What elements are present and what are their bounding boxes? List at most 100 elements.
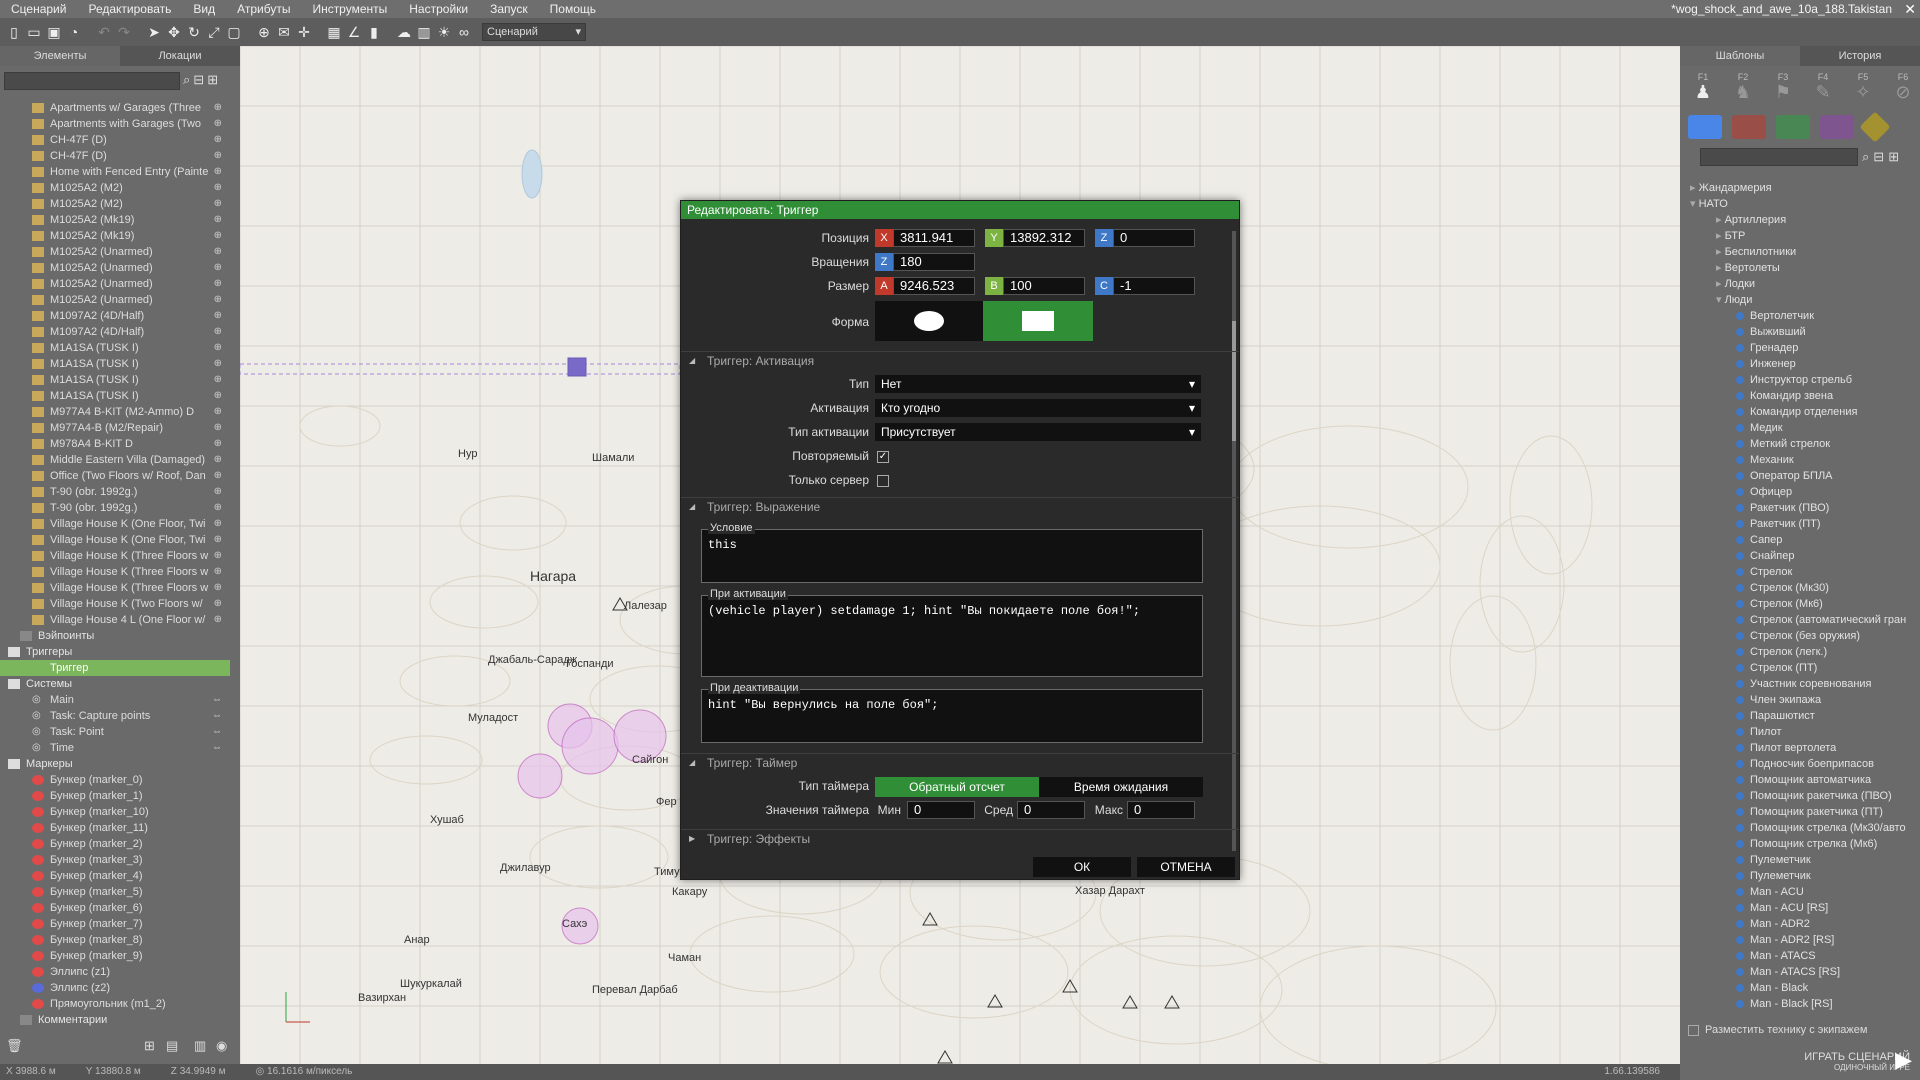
template-unit[interactable]: Man - Black <box>1680 980 1914 996</box>
visibility-icon[interactable]: ⊕ <box>214 340 222 356</box>
template-unit[interactable]: Man - ACU <box>1680 884 1914 900</box>
template-category-f2[interactable]: F2 ♞ <box>1730 72 1756 104</box>
visibility-icon[interactable]: ⊕ <box>214 500 222 516</box>
tree-item[interactable]: Триггеры <box>0 644 230 660</box>
timer-timeout-button[interactable]: Время ожидания <box>1039 777 1203 797</box>
tree-item[interactable]: Бункер (marker_6) <box>0 900 230 916</box>
tree-item[interactable]: ◎ Main ⇔ <box>0 692 230 708</box>
visibility-icon[interactable]: ⊕ <box>214 148 222 164</box>
condition-field[interactable]: Условие this <box>701 522 1203 583</box>
visibility-icon[interactable]: ⊕ <box>214 212 222 228</box>
rotate-icon[interactable]: ↻ <box>184 24 204 41</box>
template-unit[interactable]: Выживший <box>1680 324 1914 340</box>
section-effects[interactable]: Триггер: Эффекты <box>681 829 1239 848</box>
template-category[interactable]: ▸ Артиллерия <box>1680 212 1914 228</box>
visibility-icon[interactable]: ⊕ <box>214 276 222 292</box>
search-icon[interactable]: ⌕ <box>1862 149 1869 165</box>
visibility-icon[interactable]: ⊕ <box>214 436 222 452</box>
visibility-icon[interactable]: ⊕ <box>214 516 222 532</box>
tree-item[interactable]: Эллипс (z1) <box>0 964 230 980</box>
snap-icon[interactable]: ✛ <box>294 24 314 41</box>
side-independent[interactable] <box>1776 115 1810 139</box>
activation-select[interactable]: Кто угодно <box>875 399 1201 417</box>
template-unit[interactable]: Ракетчик (ПТ) <box>1680 516 1914 532</box>
menu-item[interactable]: Настройки <box>398 0 479 18</box>
section-timer[interactable]: Триггер: Таймер <box>681 753 1239 772</box>
tree-item[interactable]: Бункер (marker_7) <box>0 916 230 932</box>
visibility-icon[interactable]: ⊕ <box>214 260 222 276</box>
tree-item[interactable]: Middle Eastern Villa (Damaged) ⊕ <box>0 452 230 468</box>
size-a-input[interactable]: 9246.523 <box>893 277 975 295</box>
cancel-button[interactable]: ОТМЕНА <box>1137 857 1235 877</box>
rotation-z-input[interactable]: 180 <box>893 253 975 271</box>
tree-item[interactable]: Бункер (marker_11) <box>0 820 230 836</box>
mode-select[interactable]: Сценарий <box>482 23 586 41</box>
visibility-icon[interactable]: ⊕ <box>214 292 222 308</box>
on-activation-field[interactable]: При активации (vehicle player) setdamage … <box>701 588 1203 677</box>
visibility-icon[interactable]: ⊕ <box>214 548 222 564</box>
visibility-icon[interactable]: ⊕ <box>214 324 222 340</box>
tree-item[interactable]: ◎ Time ⇔ <box>0 740 230 756</box>
tree-item[interactable]: Бункер (marker_4) <box>0 868 230 884</box>
visibility-icon[interactable]: ⊕ <box>214 164 222 180</box>
move-icon[interactable]: ✥ <box>164 24 184 41</box>
tree-item[interactable]: Village House K (Three Floors w ⊕ <box>0 548 230 564</box>
eye-icon[interactable]: ◉ <box>216 1038 227 1054</box>
visibility-icon[interactable]: ⊕ <box>214 372 222 388</box>
visibility-icon[interactable]: ⊕ <box>214 308 222 324</box>
template-unit[interactable]: Участник соревнования <box>1680 676 1914 692</box>
template-category-f4[interactable]: F4 ✎ <box>1810 72 1836 104</box>
weather-icon[interactable]: ☁ <box>394 24 414 41</box>
template-unit[interactable]: Man - Black [RS] <box>1680 996 1914 1012</box>
tree-item[interactable]: T-90 (obr. 1992g.) ⊕ <box>0 484 230 500</box>
tree-item[interactable]: M1025A2 (Unarmed) ⊕ <box>0 244 230 260</box>
template-unit[interactable]: Парашютист <box>1680 708 1914 724</box>
barcode-icon[interactable]: ▥ <box>414 24 434 41</box>
section-expression[interactable]: Триггер: Выражение <box>681 497 1239 516</box>
template-unit[interactable]: Пилот вертолета <box>1680 740 1914 756</box>
menu-item[interactable]: Редактировать <box>77 0 182 18</box>
tree-item[interactable]: Village House K (Three Floors w ⊕ <box>0 564 230 580</box>
tree-item[interactable]: Apartments with Garages (Two ⊕ <box>0 116 230 132</box>
timer-min-input[interactable]: 0 <box>907 801 975 819</box>
template-unit[interactable]: Пулеметчик <box>1680 868 1914 884</box>
vertical-icon[interactable]: ▮ <box>364 24 384 41</box>
template-unit[interactable]: Медик <box>1680 420 1914 436</box>
tree-item[interactable]: M1097A2 (4D/Half) ⊕ <box>0 308 230 324</box>
shape-ellipse-button[interactable] <box>875 301 983 341</box>
template-category-f6[interactable]: F6 ⊘ <box>1890 72 1916 104</box>
template-unit[interactable]: Стрелок (автоматический гран <box>1680 612 1914 628</box>
play-scenario-button[interactable]: ИГРАТЬ СЦЕНАРИЙ ОДИНОЧНЫЙ ИГРЕ ▶ <box>1804 1047 1912 1072</box>
tree-item[interactable]: M1A1SA (TUSK I) ⊕ <box>0 356 230 372</box>
section-activation[interactable]: Триггер: Активация <box>681 351 1239 370</box>
expand-icon[interactable]: ⊞ <box>1888 149 1899 165</box>
template-category[interactable]: ▸ БТР <box>1680 228 1914 244</box>
visibility-icon[interactable]: ⊕ <box>214 388 222 404</box>
tree-item[interactable]: M978A4 B-KIT D ⊕ <box>0 436 230 452</box>
visibility-icon[interactable]: ⊕ <box>214 420 222 436</box>
template-category[interactable]: ▸ Лодки <box>1680 276 1914 292</box>
template-unit[interactable]: Вертолетчик <box>1680 308 1914 324</box>
template-unit[interactable]: Стрелок (Мк30) <box>1680 580 1914 596</box>
tree-item[interactable]: Бункер (marker_1) <box>0 788 230 804</box>
select-icon[interactable]: ➤ <box>144 24 164 41</box>
tree-item[interactable]: M1025A2 (Mk19) ⊕ <box>0 228 230 244</box>
tree-item[interactable]: Прямоугольник (m1_2) <box>0 996 230 1012</box>
open-icon[interactable]: ▭ <box>24 24 44 41</box>
type-select[interactable]: Нет <box>875 375 1201 393</box>
tree-item[interactable]: M1025A2 (Unarmed) ⊕ <box>0 292 230 308</box>
tree-item[interactable]: ◎ Task: Capture points ⇔ <box>0 708 230 724</box>
activation-type-select[interactable]: Присутствует <box>875 423 1201 441</box>
tab-locations[interactable]: Локации <box>120 46 240 66</box>
position-z-input[interactable]: 0 <box>1113 229 1195 247</box>
tree-item[interactable]: Эллипс (z2) <box>0 980 230 996</box>
visibility-icon[interactable]: ⇔ <box>212 708 222 724</box>
collapse-icon[interactable]: ⊟ <box>193 72 204 90</box>
template-unit[interactable]: Стрелок (Мк6) <box>1680 596 1914 612</box>
visibility-icon[interactable]: ⊕ <box>214 228 222 244</box>
visibility-icon[interactable]: ⊕ <box>214 596 222 612</box>
visibility-icon[interactable]: ⊕ <box>214 356 222 372</box>
angle-icon[interactable]: ∠ <box>344 24 364 41</box>
tree-item[interactable]: Вэйпоинты <box>0 628 230 644</box>
template-unit[interactable]: Man - ADR2 [RS] <box>1680 932 1914 948</box>
